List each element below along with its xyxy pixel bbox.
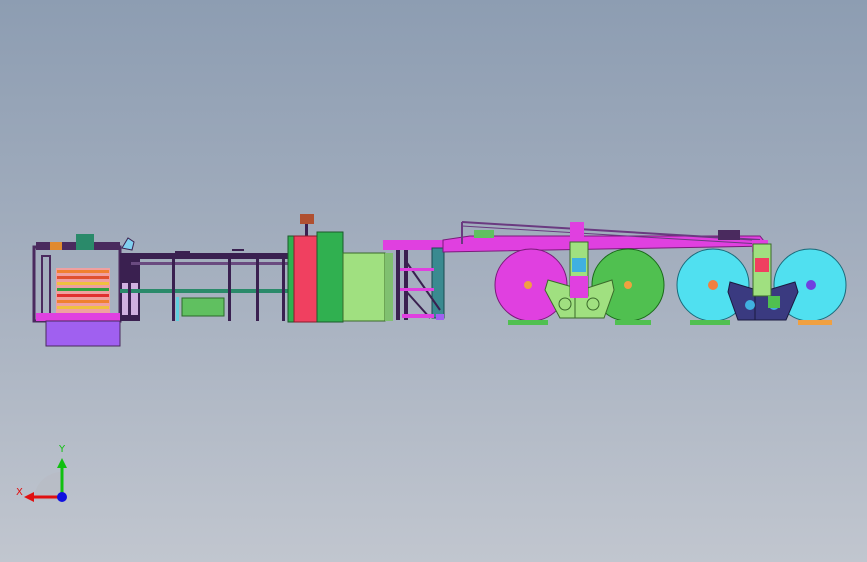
machine-assembly-model[interactable] [0,0,867,562]
cutter-unit[interactable] [287,214,393,323]
cad-viewport[interactable]: Y X [0,0,867,562]
coordinate-triad [24,458,67,502]
conveyor-frame[interactable] [120,249,288,321]
overhead-truss[interactable] [442,221,770,253]
unwind-station-1[interactable] [494,241,665,325]
x-axis-label: X [16,487,23,498]
y-axis-label: Y [59,444,66,455]
unwind-station-2[interactable] [676,243,847,325]
